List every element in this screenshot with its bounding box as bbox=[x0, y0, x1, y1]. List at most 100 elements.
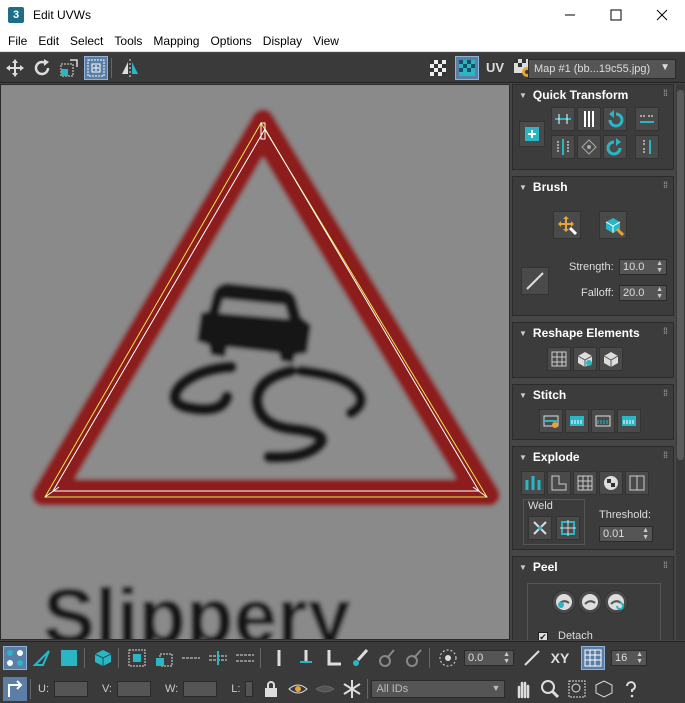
pelt-seams-button[interactable] bbox=[321, 646, 345, 670]
lock-selection-button[interactable] bbox=[259, 677, 283, 701]
show-map-button[interactable] bbox=[455, 55, 479, 80]
absolute-offset-button[interactable] bbox=[3, 677, 27, 701]
flatten-by-angle-button[interactable] bbox=[599, 471, 623, 495]
paint-select-button[interactable] bbox=[348, 646, 372, 670]
menu-view[interactable]: View bbox=[309, 34, 343, 48]
polygon-mode-button[interactable] bbox=[57, 646, 81, 670]
brush-header[interactable]: ▼ Brush ⁞⁞ bbox=[513, 177, 673, 197]
w-field[interactable] bbox=[183, 681, 218, 697]
rotate-ccw-button[interactable] bbox=[603, 107, 627, 131]
explode-header[interactable]: ▼ Explode ⁞⁞ bbox=[513, 447, 673, 467]
freeze-toggle-button[interactable] bbox=[313, 677, 337, 701]
stitch-header[interactable]: ▼ Stitch ⁞⁞ bbox=[513, 385, 673, 405]
reshape-elements-header[interactable]: ▼ Reshape Elements ⁞⁞ bbox=[513, 323, 673, 343]
peel-mode-button[interactable] bbox=[578, 590, 602, 614]
threshold-spinner[interactable]: 0.01 ▲ ▼ bbox=[599, 526, 653, 542]
mirror-button[interactable] bbox=[118, 56, 142, 80]
hide-button[interactable] bbox=[286, 677, 310, 701]
uv-viewport[interactable]: Slippery bbox=[0, 84, 510, 640]
break-button[interactable] bbox=[625, 471, 649, 495]
quick-peel-button[interactable] bbox=[552, 590, 576, 614]
maximize-button[interactable] bbox=[593, 0, 639, 30]
align-horizontal-button[interactable] bbox=[551, 107, 575, 131]
minimize-button[interactable] bbox=[547, 0, 593, 30]
stitch-to-average-button[interactable] bbox=[591, 409, 615, 433]
break-by-smoothing-button[interactable] bbox=[547, 471, 571, 495]
material-id-dropdown[interactable]: All IDs ▼ bbox=[371, 679, 506, 699]
edge-mode-button[interactable] bbox=[30, 646, 54, 670]
toolbar-separator bbox=[84, 648, 85, 668]
panel-scrollbar[interactable] bbox=[676, 84, 685, 640]
point-to-point-seam-button[interactable] bbox=[267, 646, 291, 670]
v-field[interactable] bbox=[117, 681, 151, 697]
freeze-button[interactable] bbox=[340, 677, 364, 701]
menu-select[interactable]: Select bbox=[66, 34, 107, 48]
align-to-edge-button[interactable] bbox=[577, 135, 601, 159]
reset-peel-button[interactable] bbox=[604, 590, 628, 614]
zoom-extents-button[interactable] bbox=[592, 677, 616, 701]
edge-loop-button[interactable] bbox=[233, 646, 257, 670]
menu-edit[interactable]: Edit bbox=[34, 34, 63, 48]
relax-until-flat-button[interactable] bbox=[599, 347, 623, 371]
element-mode-button[interactable] bbox=[91, 646, 115, 670]
stitch-custom-button[interactable] bbox=[539, 409, 563, 433]
straighten-button[interactable] bbox=[551, 135, 575, 159]
align-vertical-button[interactable] bbox=[577, 107, 601, 131]
grow-selection-button[interactable] bbox=[125, 646, 149, 670]
space-horizontal-button[interactable] bbox=[635, 107, 659, 131]
relax-button[interactable] bbox=[573, 347, 597, 371]
l-field[interactable] bbox=[245, 681, 254, 697]
quick-transform-header[interactable]: ▼ Quick Transform ⁞⁞ bbox=[513, 85, 673, 105]
menu-display[interactable]: Display bbox=[259, 34, 306, 48]
edit-seams-button[interactable] bbox=[294, 646, 318, 670]
detach-checkbox[interactable]: ✔ bbox=[538, 632, 548, 640]
menu-options[interactable]: Options bbox=[206, 34, 255, 48]
rotate-button[interactable] bbox=[30, 56, 54, 80]
texture-map-dropdown[interactable]: Map #1 (bb...19c55.jpg) ▼ bbox=[528, 59, 676, 79]
loop-select-button[interactable] bbox=[179, 646, 203, 670]
stitch-to-source-button[interactable] bbox=[565, 409, 589, 433]
grid-snap-button[interactable] bbox=[581, 646, 605, 670]
menu-file[interactable]: File bbox=[4, 34, 31, 48]
peel-header[interactable]: ▼ Peel ⁞⁞ bbox=[513, 557, 673, 577]
brush-falloff-button[interactable] bbox=[521, 267, 549, 295]
freeform-button[interactable] bbox=[84, 55, 108, 80]
strength-spinner[interactable]: 10.0 ▲ ▼ bbox=[619, 259, 667, 275]
falloff-distance-button[interactable] bbox=[520, 646, 544, 670]
xy-space-button[interactable]: XY bbox=[547, 646, 573, 670]
straighten-selection-button[interactable] bbox=[547, 347, 571, 371]
shrink-selection-button[interactable] bbox=[152, 646, 176, 670]
move-button[interactable] bbox=[3, 56, 27, 80]
panel-scroll-thumb[interactable] bbox=[677, 90, 684, 460]
paint-move-button[interactable] bbox=[553, 211, 581, 239]
soft-select-spinner[interactable]: 0.0 ▲ ▼ bbox=[464, 649, 514, 667]
help-button[interactable] bbox=[619, 677, 643, 701]
zoom-button[interactable] bbox=[538, 677, 562, 701]
menu-mapping[interactable]: Mapping bbox=[149, 34, 203, 48]
align-center-button[interactable] bbox=[519, 121, 545, 147]
zoom-region-button[interactable] bbox=[565, 677, 589, 701]
scale-button[interactable] bbox=[57, 56, 81, 80]
falloff-spinner[interactable]: 20.0 ▲ ▼ bbox=[619, 285, 667, 301]
relax-brush-button[interactable] bbox=[599, 211, 627, 239]
uv-canvas[interactable]: Slippery bbox=[1, 85, 510, 640]
weld-target-button[interactable] bbox=[556, 516, 580, 540]
pan-button[interactable] bbox=[511, 677, 535, 701]
paint-grow-button[interactable] bbox=[375, 646, 399, 670]
break-by-material-button[interactable] bbox=[573, 471, 597, 495]
menu-tools[interactable]: Tools bbox=[110, 34, 146, 48]
uv-mode-button[interactable]: UV bbox=[482, 56, 508, 80]
break-by-polygroups-button[interactable] bbox=[521, 471, 545, 495]
vertex-mode-button[interactable] bbox=[3, 646, 27, 670]
rotate-cw-button[interactable] bbox=[603, 135, 627, 159]
stitch-to-target-button[interactable] bbox=[617, 409, 641, 433]
space-vertical-button[interactable] bbox=[635, 135, 659, 159]
weld-selected-button[interactable] bbox=[528, 516, 552, 540]
ring-select-button[interactable] bbox=[206, 646, 230, 670]
checker-pattern-button[interactable] bbox=[426, 56, 450, 80]
close-button[interactable] bbox=[639, 0, 685, 30]
paint-shrink-button[interactable] bbox=[402, 646, 426, 670]
u-field[interactable] bbox=[54, 681, 88, 697]
soft-selection-button[interactable] bbox=[436, 646, 460, 670]
grid-spinner[interactable]: 16 ▲ ▼ bbox=[611, 649, 647, 667]
